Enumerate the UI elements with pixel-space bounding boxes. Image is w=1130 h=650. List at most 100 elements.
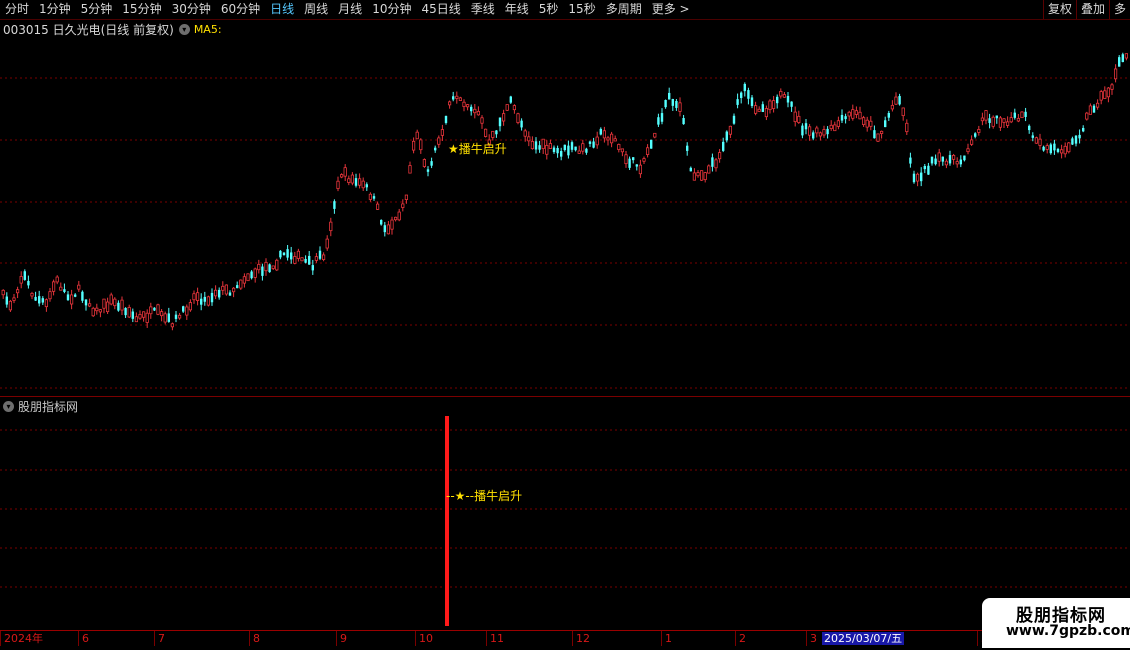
candle — [329, 217, 333, 237]
candle — [339, 173, 344, 179]
tab-period-9[interactable]: 10分钟 — [367, 0, 416, 19]
candle-body — [98, 309, 102, 313]
candle — [224, 284, 228, 296]
tab-period-8[interactable]: 月线 — [333, 0, 367, 19]
toolbar-button-0[interactable]: 复权 — [1042, 0, 1076, 19]
candle-body — [293, 256, 297, 264]
candle-body — [772, 100, 776, 109]
candle — [574, 146, 577, 152]
candle-body — [700, 170, 704, 181]
watermark: 股朋指标网 www.7gpzb.com — [982, 598, 1130, 648]
tab-period-5[interactable]: 60分钟 — [216, 0, 265, 19]
candle — [206, 295, 210, 307]
tab-period-13[interactable]: 5秒 — [534, 0, 564, 19]
stock-title: 003015 日久光电(日线 前复权) — [3, 22, 174, 37]
tab-period-4[interactable]: 30分钟 — [167, 0, 216, 19]
candle — [793, 106, 797, 127]
candle-body — [476, 111, 481, 116]
tab-period-2[interactable]: 5分钟 — [76, 0, 118, 19]
candle — [185, 304, 189, 320]
tab-period-10[interactable]: 45日线 — [416, 0, 465, 19]
chevron-down-icon[interactable]: ▾ — [178, 23, 190, 35]
candle-body — [127, 307, 131, 318]
candle-body — [239, 279, 243, 289]
candle — [732, 113, 736, 125]
toolbar-button-2[interactable]: 多 — [1108, 0, 1130, 19]
candle-body — [955, 161, 959, 165]
candle — [934, 154, 937, 166]
candle — [462, 99, 466, 112]
tab-period-14[interactable]: 15秒 — [563, 0, 600, 19]
candle-body — [66, 294, 70, 301]
tab-period-6[interactable]: 日线 — [265, 0, 299, 19]
candle-body — [761, 104, 764, 112]
tab-period-7[interactable]: 周线 — [299, 0, 333, 19]
tab-period-12[interactable]: 年线 — [500, 0, 534, 19]
candle-body — [509, 96, 512, 103]
candle — [686, 142, 689, 156]
candle-body — [447, 101, 452, 106]
candle-body — [458, 97, 463, 101]
candle — [779, 88, 783, 99]
candle — [530, 136, 535, 150]
candle-body — [887, 113, 890, 118]
candle-body — [689, 167, 692, 172]
candle-body — [282, 252, 286, 256]
candle — [397, 208, 401, 222]
candle-body — [401, 203, 405, 208]
candle-body — [48, 291, 52, 300]
candle — [1045, 143, 1049, 154]
candle — [833, 121, 837, 132]
candle-body — [812, 132, 815, 139]
candle — [483, 128, 488, 138]
tab-period-11[interactable]: 季线 — [466, 0, 500, 19]
candle — [761, 101, 764, 113]
candle — [390, 216, 394, 235]
candle-body — [145, 312, 149, 323]
candle — [501, 109, 506, 126]
tab-period-1[interactable]: 1分钟 — [34, 0, 76, 19]
candlestick-chart[interactable] — [0, 38, 1130, 394]
candle-body — [257, 263, 261, 271]
candle — [81, 290, 84, 303]
candle-body — [736, 99, 739, 105]
candle-body — [692, 172, 697, 181]
candle-body — [44, 299, 49, 308]
indicator-chart[interactable] — [0, 414, 1130, 628]
tab-period-16[interactable]: 更多 > — [647, 0, 695, 19]
indicator-header: ▾ 股朋指标网 — [3, 398, 78, 414]
candle — [959, 155, 962, 168]
candle-body — [624, 154, 628, 165]
tab-period-15[interactable]: 多周期 — [601, 0, 647, 19]
candle-body — [963, 155, 966, 161]
candle — [1106, 87, 1110, 103]
candle — [210, 288, 214, 306]
candle — [19, 271, 23, 289]
tab-period-3[interactable]: 15分钟 — [117, 0, 166, 19]
candle-body — [776, 96, 779, 104]
candle — [588, 140, 592, 147]
candle — [1103, 86, 1107, 99]
candle — [127, 304, 131, 319]
candle-body — [411, 140, 416, 151]
candle — [182, 305, 185, 313]
candle-body — [501, 113, 506, 122]
candle — [974, 132, 977, 139]
candle — [790, 101, 793, 112]
candle-body — [711, 157, 714, 167]
candle-body — [163, 313, 167, 323]
candle — [102, 298, 106, 314]
chevron-down-icon[interactable]: ▾ — [3, 400, 14, 412]
candle-body — [498, 117, 502, 127]
candle-body — [365, 184, 368, 188]
candle-body — [984, 110, 988, 121]
candle — [188, 299, 192, 312]
candle — [134, 312, 138, 323]
tab-period-0[interactable]: 分时 — [0, 0, 34, 19]
candle — [1020, 111, 1024, 119]
time-tick-0: 2024年 — [0, 631, 43, 646]
toolbar-button-1[interactable]: 叠加 — [1075, 0, 1109, 19]
watermark-url: www.7gpzb.com — [1006, 623, 1130, 639]
candle — [653, 132, 657, 139]
candle-body — [682, 118, 685, 125]
